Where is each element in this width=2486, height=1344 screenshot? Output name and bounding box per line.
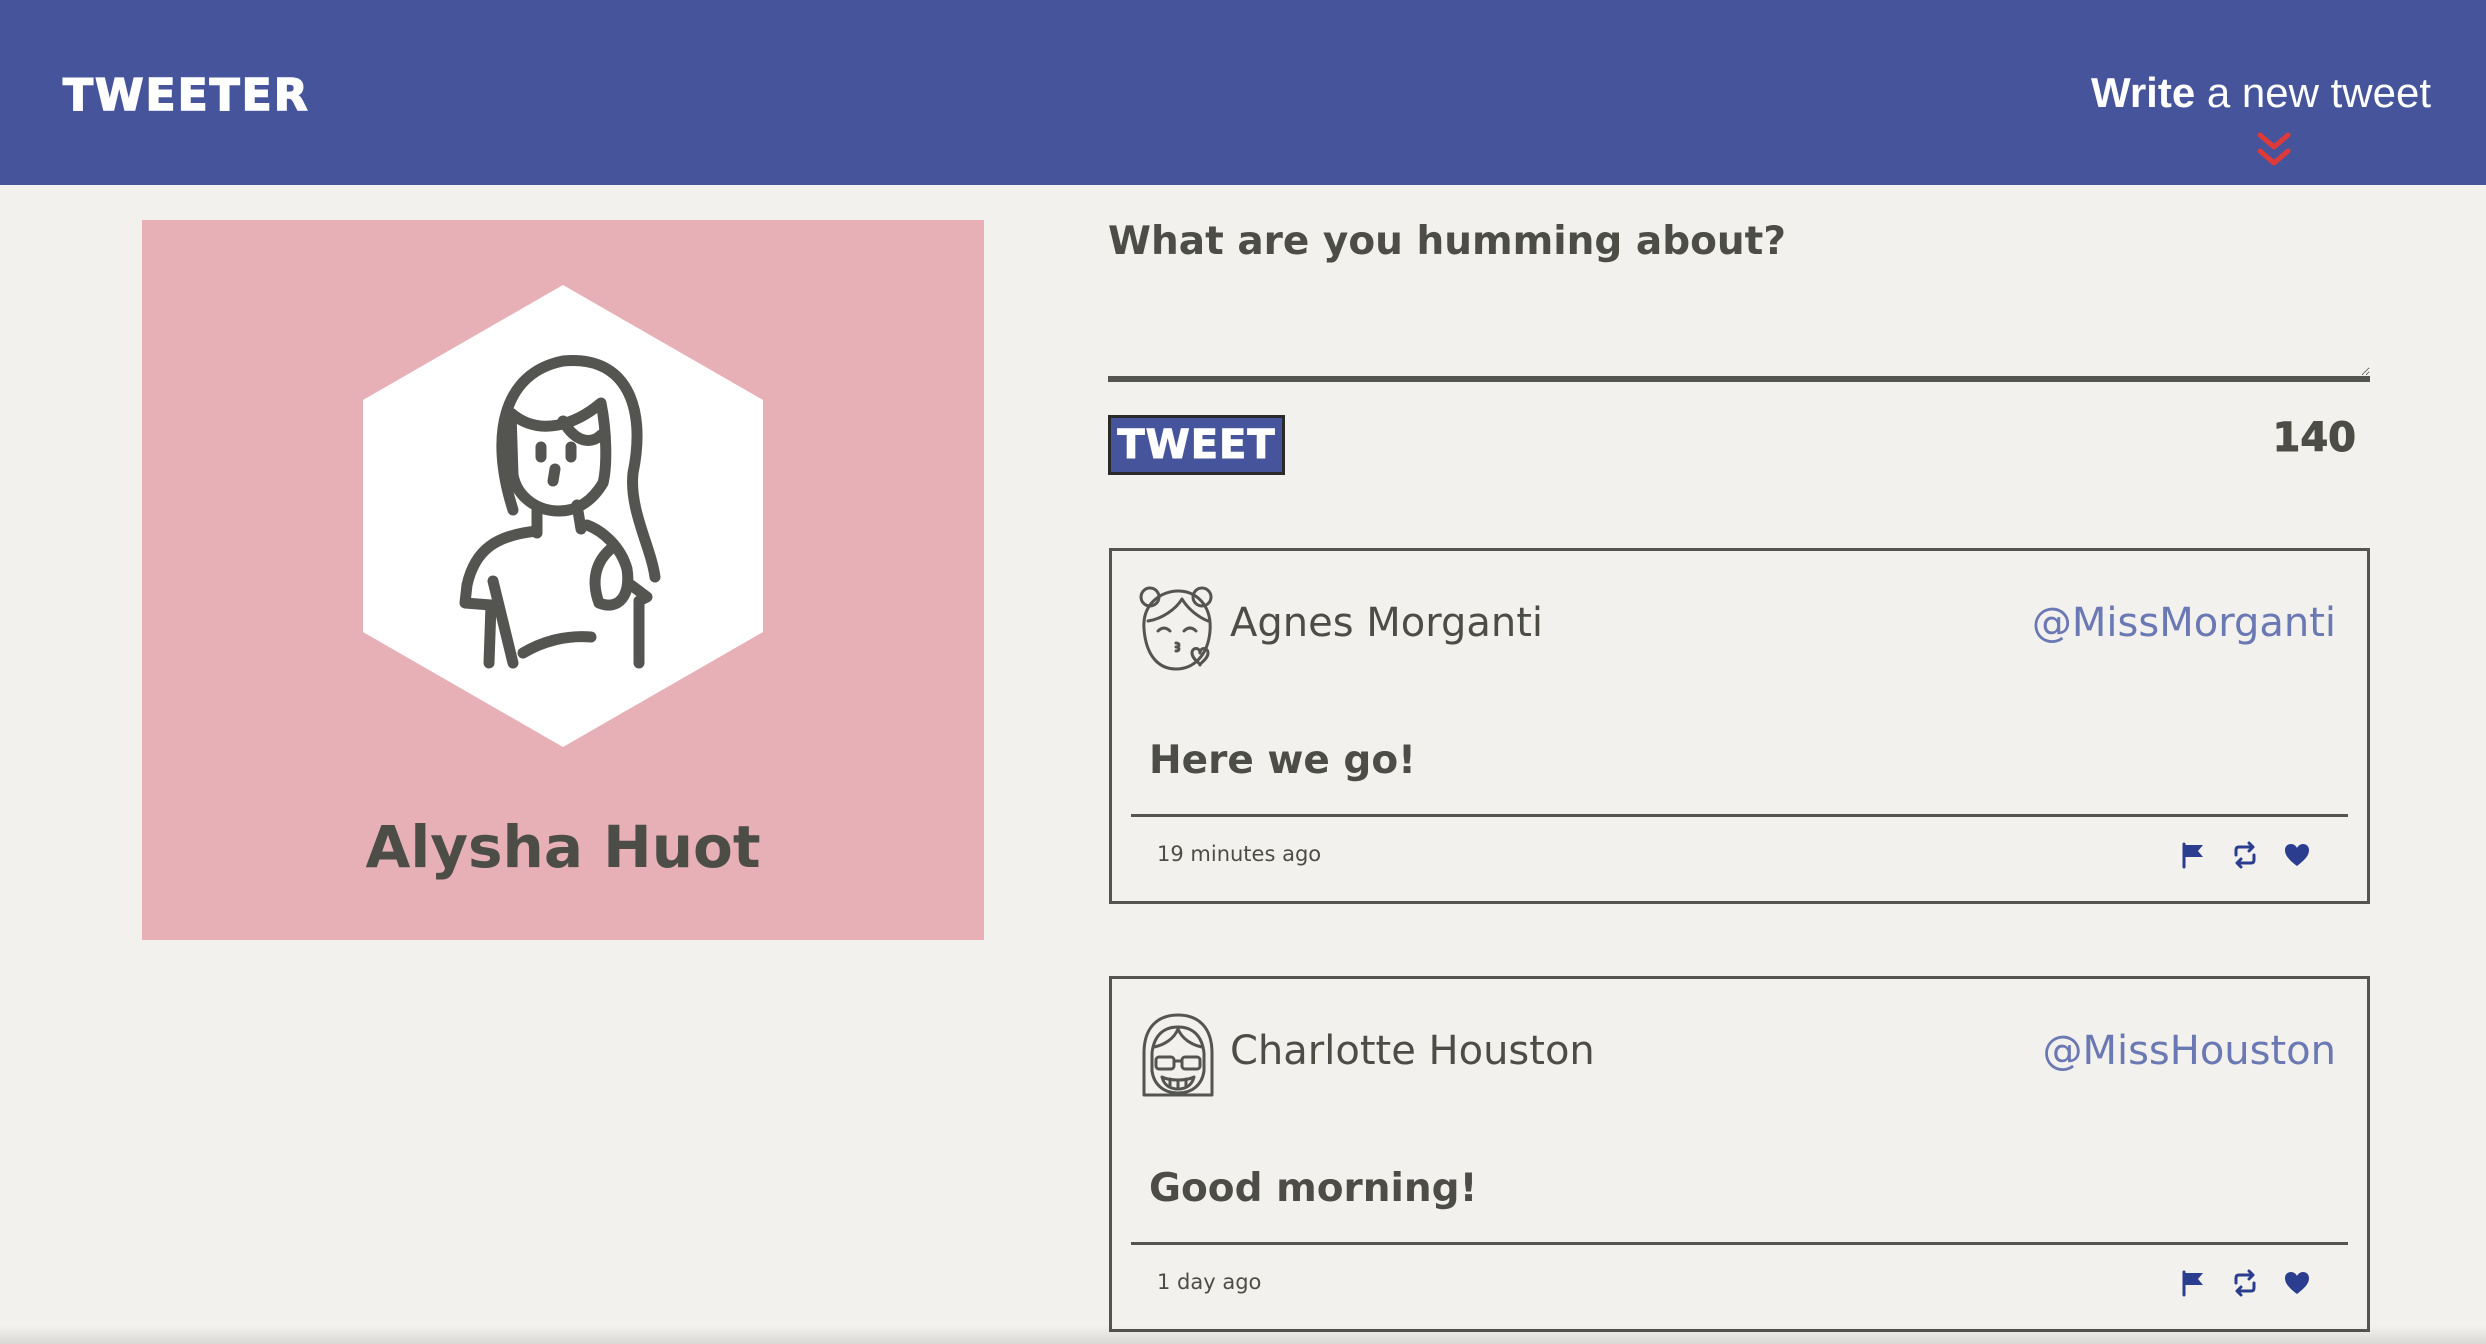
tweet-textarea[interactable]	[1108, 290, 2370, 382]
tweet-actions	[2179, 1269, 2311, 1297]
retweet-icon[interactable]	[2231, 1269, 2259, 1297]
top-nav: TWEETER Write a new tweet	[0, 0, 2486, 185]
tweet-handle[interactable]: @MissMorganti	[2032, 603, 2336, 643]
compose-link-rest: a new tweet	[2195, 69, 2431, 116]
tweet-timestamp: 1 day ago	[1157, 1270, 1262, 1294]
profile-name: Alysha Huot	[365, 813, 761, 881]
retweet-icon[interactable]	[2231, 841, 2259, 869]
tweet-timestamp: 19 minutes ago	[1157, 842, 1322, 866]
brand-logo[interactable]: TWEETER	[62, 73, 310, 119]
bottom-shadow	[0, 1326, 2486, 1344]
flag-icon[interactable]	[2179, 1269, 2207, 1297]
compose-link-bold: Write	[2090, 69, 2196, 116]
tweet-card: Agnes Morganti @MissMorganti Here we go!…	[1109, 548, 2370, 904]
girl-kissing-avatar-icon	[1139, 586, 1213, 671]
write-new-tweet-link[interactable]: Write a new tweet	[2091, 72, 2431, 114]
tweet-handle[interactable]: @MissHouston	[2042, 1031, 2336, 1071]
flag-icon[interactable]	[2179, 841, 2207, 869]
tweet-button[interactable]: TWEET	[1108, 415, 1285, 475]
tweet-body: Here we go!	[1149, 738, 1416, 783]
tweet-author: Agnes Morganti	[1230, 600, 1544, 646]
heart-icon[interactable]	[2283, 841, 2311, 869]
tweet-author: Charlotte Houston	[1230, 1028, 1595, 1074]
girl-glasses-avatar-icon	[1142, 1013, 1214, 1097]
tweet-body: Good morning!	[1149, 1166, 1478, 1211]
woman-avatar-icon	[363, 285, 763, 747]
tweet-card: Charlotte Houston @MissHouston Good morn…	[1109, 976, 2370, 1332]
character-counter: 140	[2272, 415, 2356, 461]
heart-icon[interactable]	[2283, 1269, 2311, 1297]
double-chevron-down-icon[interactable]	[2254, 131, 2294, 171]
tweet-divider	[1131, 1242, 2348, 1245]
tweet-actions	[2179, 841, 2311, 869]
profile-card: Alysha Huot	[142, 220, 984, 940]
composer-label: What are you humming about?	[1108, 219, 1786, 264]
tweet-divider	[1131, 814, 2348, 817]
